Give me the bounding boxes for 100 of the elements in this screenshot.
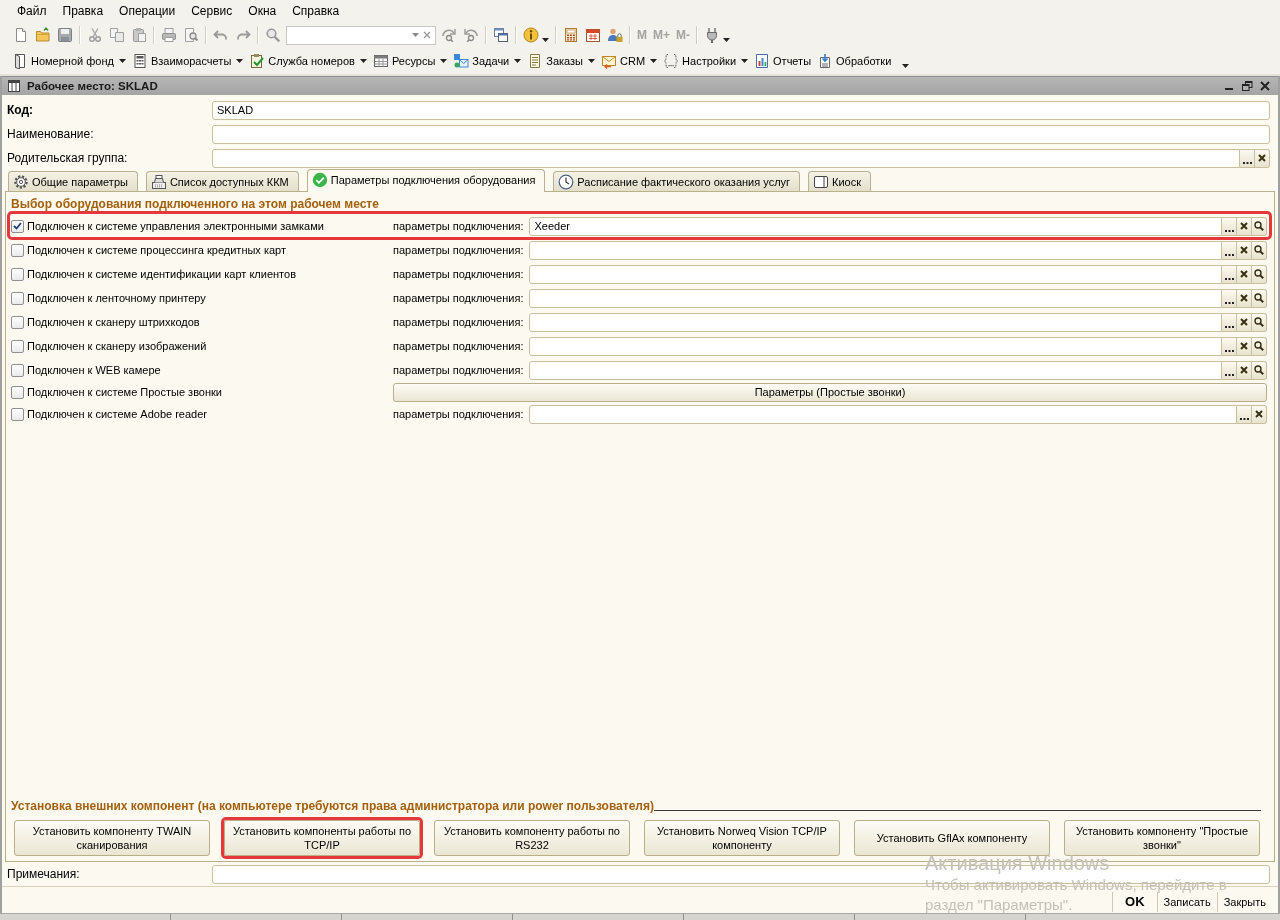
- menu-button[interactable]: Ресурсы: [369, 51, 451, 71]
- search-button[interactable]: [1252, 216, 1267, 236]
- find-previous-icon[interactable]: [463, 27, 479, 43]
- menu-item[interactable]: Операции: [119, 3, 176, 19]
- calendar-icon[interactable]: [585, 27, 601, 43]
- checkbox[interactable]: [11, 291, 24, 305]
- caret-icon[interactable]: [440, 59, 448, 63]
- menu-button[interactable]: Отчеты: [751, 51, 815, 71]
- search-button[interactable]: [1252, 288, 1267, 308]
- plug-icon[interactable]: [704, 27, 720, 43]
- menu-button[interactable]: CRM: [598, 51, 661, 71]
- checkbox[interactable]: [11, 363, 24, 377]
- select-button[interactable]: [1240, 148, 1255, 168]
- menu-button[interactable]: Задачи: [450, 51, 525, 71]
- checkbox[interactable]: [11, 243, 24, 257]
- select-button[interactable]: [1222, 360, 1237, 380]
- info-icon[interactable]: [523, 27, 539, 43]
- search-button[interactable]: [1252, 240, 1267, 260]
- clear-button[interactable]: [1255, 148, 1270, 168]
- install-button[interactable]: Установить компоненту работы по RS232: [434, 820, 630, 856]
- footer-button[interactable]: Записать: [1156, 891, 1217, 912]
- select-button[interactable]: [1222, 312, 1237, 332]
- menu-item[interactable]: Сервис: [191, 3, 233, 19]
- caret-icon[interactable]: [902, 64, 910, 68]
- new-document-icon[interactable]: [13, 27, 29, 43]
- menu-button[interactable]: Служба номеров: [246, 51, 370, 71]
- tab[interactable]: Расписание фактического оказания услуг: [553, 171, 801, 191]
- clear-button[interactable]: [1237, 288, 1252, 308]
- calculator-icon[interactable]: [563, 27, 579, 43]
- menu-button[interactable]: Номерной фонд: [9, 51, 129, 71]
- caret-icon[interactable]: [588, 59, 596, 63]
- caret-icon[interactable]: [236, 59, 244, 63]
- text-field[interactable]: [212, 124, 1270, 144]
- caret-icon[interactable]: [741, 59, 749, 63]
- search-button[interactable]: [1252, 312, 1267, 332]
- checkbox[interactable]: [11, 407, 24, 421]
- restore-icon[interactable]: [1241, 80, 1253, 92]
- install-button[interactable]: Установить компоненту "Простые звонки": [1064, 820, 1260, 856]
- menu-item[interactable]: Окна: [248, 3, 277, 19]
- menu-button[interactable]: Взаиморасчеты: [128, 51, 247, 71]
- tab[interactable]: Общие параметры: [8, 171, 138, 191]
- save-icon[interactable]: [57, 27, 73, 43]
- footer-button[interactable]: Закрыть: [1216, 891, 1272, 912]
- select-button[interactable]: [1222, 336, 1237, 356]
- text-field[interactable]: Xeeder: [529, 216, 1222, 236]
- caret-icon[interactable]: [514, 59, 522, 63]
- checkbox[interactable]: [11, 315, 24, 329]
- install-button[interactable]: Установить Norweq Vision TCP/IP компоненту: [644, 820, 840, 856]
- select-button[interactable]: [1222, 240, 1237, 260]
- text-field[interactable]: [529, 240, 1222, 260]
- select-button[interactable]: [1222, 264, 1237, 284]
- menu-button[interactable]: Обработки: [814, 51, 895, 71]
- tab[interactable]: Параметры подключения оборудования: [306, 169, 546, 192]
- text-field[interactable]: [529, 288, 1222, 308]
- clear-icon[interactable]: [423, 31, 431, 39]
- caret-icon[interactable]: [542, 38, 549, 42]
- printer-icon[interactable]: [161, 27, 177, 43]
- install-button[interactable]: Установить компоненту TWAIN сканирования: [14, 820, 210, 856]
- checkbox[interactable]: [11, 267, 24, 281]
- text-field[interactable]: SKLAD: [212, 100, 1270, 120]
- checkbox[interactable]: [11, 219, 24, 233]
- clear-button[interactable]: [1237, 312, 1252, 332]
- windows-icon[interactable]: [493, 27, 509, 43]
- caret-icon[interactable]: [650, 59, 658, 63]
- text-field[interactable]: [529, 336, 1222, 356]
- caret-icon[interactable]: [723, 38, 730, 42]
- find-next-icon[interactable]: [441, 27, 457, 43]
- menu-item[interactable]: Справка: [292, 3, 340, 19]
- select-button[interactable]: [1222, 216, 1237, 236]
- folder-icon[interactable]: [35, 27, 51, 43]
- search-button[interactable]: [1252, 336, 1267, 356]
- search-field[interactable]: [286, 25, 436, 45]
- menu-button[interactable]: Настройки: [660, 51, 752, 71]
- select-button[interactable]: [1237, 404, 1252, 424]
- clear-button[interactable]: [1237, 264, 1252, 284]
- caret-icon[interactable]: [359, 59, 367, 63]
- text-field[interactable]: [529, 312, 1222, 332]
- text-field[interactable]: [529, 360, 1222, 380]
- menu-button[interactable]: Заказы: [524, 51, 599, 71]
- footer-button[interactable]: OK: [1112, 891, 1157, 912]
- close-icon[interactable]: [1259, 80, 1271, 92]
- text-field[interactable]: [212, 148, 1240, 168]
- install-button[interactable]: Установить компоненты работы по TCP/IP: [224, 820, 420, 856]
- caret-icon[interactable]: [118, 59, 126, 63]
- clear-button[interactable]: [1237, 336, 1252, 356]
- search-button[interactable]: [1252, 360, 1267, 380]
- clear-button[interactable]: [1237, 240, 1252, 260]
- user-lock-icon[interactable]: [607, 27, 623, 43]
- menu-item[interactable]: Файл: [17, 3, 47, 19]
- clear-button[interactable]: [1237, 216, 1252, 236]
- install-button[interactable]: Установить GflAx компоненту: [854, 820, 1050, 856]
- search-button[interactable]: [1252, 264, 1267, 284]
- text-field[interactable]: [529, 404, 1237, 424]
- checkbox[interactable]: [11, 339, 24, 353]
- tab[interactable]: Киоск: [808, 171, 872, 191]
- clear-button[interactable]: [1252, 404, 1267, 424]
- parameters-button[interactable]: Параметры (Простые звонки): [393, 382, 1267, 402]
- clear-button[interactable]: [1237, 360, 1252, 380]
- tab[interactable]: Список доступных ККМ: [145, 171, 299, 191]
- text-field[interactable]: [529, 264, 1222, 284]
